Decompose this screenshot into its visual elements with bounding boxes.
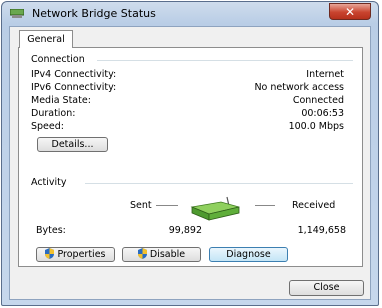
general-tab-panel: Connection IPv4 Connectivity: Internet I… <box>18 47 363 267</box>
bytes-label: Bytes: <box>36 225 66 236</box>
tab-general[interactable]: General <box>19 30 73 48</box>
media-state-value: Connected <box>292 95 344 106</box>
connection-group-divider <box>97 60 353 61</box>
title-bar[interactable]: Network Bridge Status ✕ <box>2 2 378 26</box>
sent-line <box>156 205 178 206</box>
uac-shield-icon <box>137 248 147 259</box>
dialog-client-area: General Connection IPv4 Connectivity: In… <box>9 26 371 300</box>
diagnose-button[interactable]: Diagnose <box>209 247 288 262</box>
properties-button-label: Properties <box>57 249 106 260</box>
network-icon <box>10 9 24 18</box>
row-media-state: Media State: Connected <box>19 95 362 108</box>
properties-button[interactable]: Properties <box>36 247 115 262</box>
disable-button-label: Disable <box>149 249 186 260</box>
network-bridge-status-window: Network Bridge Status ✕ General Connecti… <box>1 1 379 306</box>
connection-group-heading: Connection <box>31 54 85 65</box>
activity-group-heading: Activity <box>31 177 67 188</box>
window-close-button[interactable]: ✕ <box>329 3 371 20</box>
bytes-sent-value: 99,892 <box>168 225 202 236</box>
window-title: Network Bridge Status <box>32 7 156 20</box>
received-label: Received <box>292 200 336 211</box>
ipv6-connectivity-label: IPv6 Connectivity: <box>31 82 117 93</box>
ipv4-connectivity-value: Internet <box>306 69 344 80</box>
bytes-received-value: 1,149,658 <box>297 225 346 236</box>
row-ipv4-connectivity: IPv4 Connectivity: Internet <box>19 69 362 82</box>
activity-group-divider <box>85 183 353 184</box>
received-line <box>255 205 275 206</box>
duration-label: Duration: <box>31 108 76 119</box>
disable-button[interactable]: Disable <box>122 247 201 262</box>
sent-label: Sent <box>130 200 152 211</box>
uac-shield-icon <box>45 248 55 259</box>
details-button[interactable]: Details... <box>37 137 108 152</box>
ipv6-connectivity-value: No network access <box>254 82 344 93</box>
speed-label: Speed: <box>31 121 64 132</box>
speed-value: 100.0 Mbps <box>288 121 344 132</box>
close-button[interactable]: Close <box>289 280 364 296</box>
row-duration: Duration: 00:06:53 <box>19 108 362 121</box>
router-icon <box>190 196 240 221</box>
ipv4-connectivity-label: IPv4 Connectivity: <box>31 69 117 80</box>
media-state-label: Media State: <box>31 95 91 106</box>
row-ipv6-connectivity: IPv6 Connectivity: No network access <box>19 82 362 95</box>
duration-value: 00:06:53 <box>301 108 344 119</box>
row-speed: Speed: 100.0 Mbps <box>19 121 362 134</box>
